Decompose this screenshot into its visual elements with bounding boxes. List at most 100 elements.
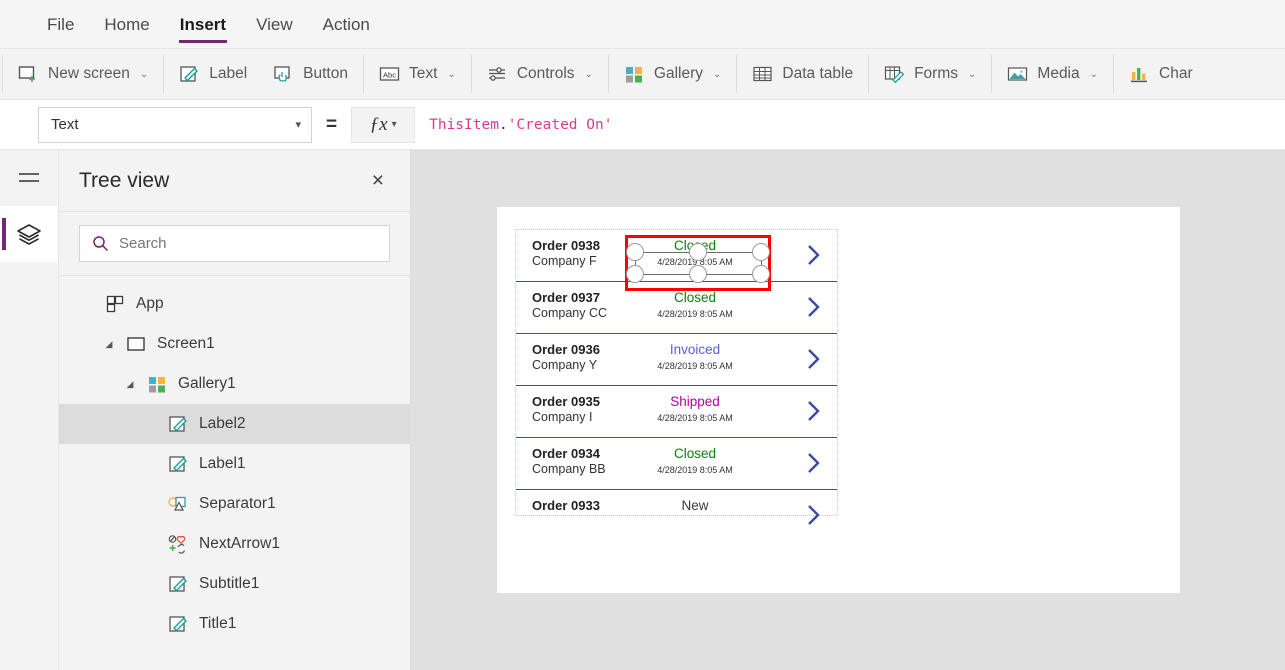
left-rail <box>0 150 59 670</box>
ribbon-button-controls[interactable]: Controls ⌄ <box>474 54 606 94</box>
tree-item-separator1[interactable]: Separator1 <box>59 484 410 524</box>
gallery-row[interactable]: Order 0937 Company CC Closed 4/28/2019 8:05… <box>516 282 837 334</box>
tree-item-label: Screen1 <box>157 335 215 352</box>
insert-ribbon: New screen ⌄ Label Button Abc Text ⌄ Contro… <box>0 49 1285 100</box>
ribbon-button-label: Text <box>408 65 438 82</box>
tree-search-box[interactable] <box>79 225 390 262</box>
next-arrow-chevron-icon[interactable] <box>801 294 827 320</box>
tree-item-screen1[interactable]: ◢ Screen1 <box>59 324 410 364</box>
property-select[interactable]: Text ▾ <box>38 106 312 143</box>
search-input[interactable] <box>119 235 377 252</box>
next-arrow-chevron-icon[interactable] <box>801 502 827 526</box>
ribbon-button-label: Controls <box>516 65 575 82</box>
ribbon-button-button[interactable]: Button <box>260 54 361 94</box>
chevron-down-icon: ⌄ <box>447 68 456 80</box>
label-icon <box>168 614 189 634</box>
ribbon-button-data-table[interactable]: Data table <box>739 54 866 94</box>
media-image-icon <box>1007 64 1028 84</box>
resize-handle-top-right[interactable] <box>752 243 770 261</box>
resize-handle-bottom-center[interactable] <box>689 265 707 283</box>
fx-button[interactable]: ƒx ▾ <box>351 106 416 143</box>
formula-input[interactable]: ThisItem. 'Created On' <box>415 106 1285 143</box>
ribbon-button-forms[interactable]: Forms ⌄ <box>871 54 989 94</box>
hamburger-menu-icon <box>17 170 41 186</box>
next-arrow-chevron-icon[interactable] <box>801 346 827 372</box>
tree-item-gallery1[interactable]: ◢ Gallery1 <box>59 364 410 404</box>
gallery-row-status: Closed <box>673 290 717 305</box>
tree-item-label: Separator1 <box>199 495 276 512</box>
forms-icon <box>884 64 905 84</box>
ribbon-button-label: Label <box>209 65 248 82</box>
tree-view-title: Tree view <box>79 168 170 192</box>
powerapps-studio-window: File Home Insert View Action New screen ⌄ Lab… <box>0 0 1285 670</box>
gallery-row-date: 4/28/2019 8:05 AM <box>657 465 733 475</box>
gallery-row[interactable]: Order 0936 Company Y Invoiced 4/28/2019 8:0… <box>516 334 837 386</box>
menu-item-home[interactable]: Home <box>89 0 164 48</box>
gallery-row[interactable]: Order 0934 Company BB Closed 4/28/2019 8:05… <box>516 438 837 490</box>
gallery-row[interactable]: Order 0935 Company I Shipped 4/28/2019 8:05… <box>516 386 837 438</box>
resize-handle-bottom-right[interactable] <box>752 265 770 283</box>
tree-item-label: Label1 <box>199 455 246 472</box>
chevron-down-icon: ⌄ <box>968 68 977 80</box>
menu-item-view[interactable]: View <box>241 0 308 48</box>
ribbon-button-label: Forms <box>914 65 959 82</box>
charts-icon <box>1129 64 1150 84</box>
menu-item-file[interactable]: File <box>32 0 89 48</box>
screen-canvas[interactable]: Order 0938Company F Closed 4/28/2019 8:05 … <box>497 207 1180 593</box>
ribbon-button-gallery[interactable]: Gallery ⌄ <box>611 54 735 94</box>
resize-handle-bottom-left[interactable] <box>626 265 644 283</box>
ribbon-button-text[interactable]: Abc Text ⌄ <box>366 54 469 94</box>
rail-item-tree-view[interactable] <box>0 206 58 262</box>
chevron-down-icon: ⌄ <box>713 68 722 80</box>
formula-identifier: ThisItem <box>429 116 499 133</box>
tree-item-title1[interactable]: Title1 <box>59 604 410 644</box>
gallery-row-title: Order 0933 <box>532 498 600 513</box>
ribbon-button-label: New screen <box>48 65 130 82</box>
gallery-icon <box>147 374 168 394</box>
active-indicator <box>2 218 6 250</box>
menu-item-insert[interactable]: Insert <box>165 0 241 48</box>
tree-item-app[interactable]: App <box>59 284 410 324</box>
label-icon <box>168 574 189 594</box>
close-icon[interactable]: × <box>366 166 390 195</box>
gallery1-control[interactable]: Order 0938Company F Closed 4/28/2019 8:05 … <box>515 229 838 525</box>
next-arrow-chevron-icon[interactable] <box>801 398 827 424</box>
ribbon-button-new-screen[interactable]: New screen ⌄ <box>5 54 161 94</box>
tree-twisty-icon[interactable]: ◢ <box>102 339 116 350</box>
ribbon-button-media[interactable]: Media ⌄ <box>994 54 1111 94</box>
canvas-area[interactable]: Order 0938Company F Closed 4/28/2019 8:05 … <box>411 150 1285 670</box>
chevron-down-icon: ▾ <box>295 119 301 131</box>
formula-dot: . <box>498 116 508 133</box>
next-arrow-chevron-icon[interactable] <box>801 450 827 476</box>
chevron-down-icon: ⌄ <box>139 68 149 80</box>
gallery-row-subtitle: Company I <box>532 410 593 424</box>
tree-item-label2[interactable]: Label2 <box>59 404 410 444</box>
tree-item-label: NextArrow1 <box>199 535 280 552</box>
tree-twisty-icon[interactable]: ◢ <box>123 379 137 390</box>
tree-view-panel: Tree view × App ◢ Screen1 ◢ <box>59 150 411 670</box>
gallery-row-title: Order 0936 <box>532 342 600 357</box>
equals-sign: = <box>326 113 338 135</box>
gallery-row-date: 4/28/2019 8:05 AM <box>657 309 733 319</box>
new-screen-icon <box>18 64 39 84</box>
fx-icon: ƒx <box>369 113 388 135</box>
chevron-down-icon: ⌄ <box>1089 68 1099 80</box>
gallery-row[interactable]: Order 0933 New <box>516 490 837 526</box>
tree-item-subtitle1[interactable]: Subtitle1 <box>59 564 410 604</box>
gallery-row-status: Shipped <box>670 394 720 409</box>
tree-item-label: App <box>136 295 164 312</box>
resize-handle-top-center[interactable] <box>689 243 707 261</box>
tree-item-label1[interactable]: Label1 <box>59 444 410 484</box>
label-icon <box>168 414 189 434</box>
tree-item-label: Subtitle1 <box>199 575 260 592</box>
gallery-row-date: 4/28/2019 8:05 AM <box>657 413 733 423</box>
tree-item-nextarrow1[interactable]: NextArrow1 <box>59 524 410 564</box>
next-arrow-chevron-icon[interactable] <box>801 242 827 268</box>
resize-handle-top-left[interactable] <box>626 243 644 261</box>
ribbon-button-char[interactable]: Char <box>1116 54 1206 94</box>
menu-item-action[interactable]: Action <box>308 0 385 48</box>
ribbon-button-label[interactable]: Label <box>166 54 260 94</box>
tree-item-list: App ◢ Screen1 ◢ Gallery1 Label2 Label1 Sepa… <box>59 276 410 644</box>
tree-item-label: Gallery1 <box>178 375 236 392</box>
hamburger-menu-button[interactable] <box>0 150 58 206</box>
